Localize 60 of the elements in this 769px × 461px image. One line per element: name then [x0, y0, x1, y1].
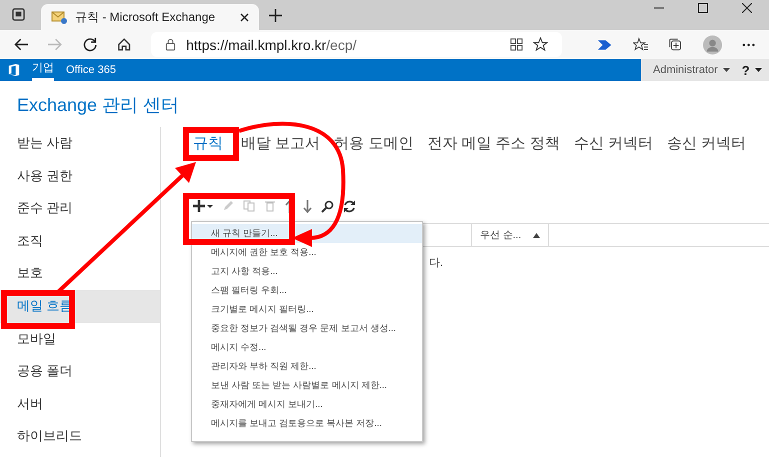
star-icon[interactable]	[532, 37, 548, 52]
highlight-box	[183, 127, 239, 161]
menu-item[interactable]: 보낸 사람 또는 받는 사람별로 메시지 제한...	[192, 376, 422, 395]
menu-item[interactable]: 메시지에 권한 보호 적용...	[192, 243, 422, 262]
menu-item[interactable]: 고지 사항 적용...	[192, 262, 422, 281]
refresh-icon[interactable]	[343, 200, 356, 212]
home-icon[interactable]	[116, 37, 132, 52]
collections-icon[interactable]	[668, 37, 683, 52]
sidebar-item[interactable]: 모바일	[0, 322, 160, 356]
caret-icon	[754, 68, 762, 72]
sidebar-item[interactable]: 받는 사람	[0, 127, 160, 160]
down-arrow-icon[interactable]	[303, 200, 312, 212]
menu-item[interactable]: 중재자에게 메시지 보내기...	[192, 395, 422, 414]
sidebar-item[interactable]: 공용 폴더	[0, 355, 160, 388]
reload-icon[interactable]	[82, 37, 97, 52]
tab-title: 규칙 - Microsoft Exchange	[75, 8, 216, 26]
menu-item[interactable]: 스팸 필터링 우회...	[192, 281, 422, 300]
menu-item[interactable]: 메시지를 보내고 검토용으로 복사본 저장...	[192, 414, 422, 433]
extension-icon[interactable]	[596, 38, 614, 52]
menu-item[interactable]: 관리자와 부하 직원 제한...	[192, 357, 422, 376]
tab[interactable]: 규칙	[193, 135, 223, 153]
lock-icon	[165, 38, 176, 51]
page-title: Exchange 관리 센터	[16, 94, 180, 113]
tab[interactable]: 수신 커넥터	[574, 135, 654, 153]
column-header[interactable]: 우선 순...	[472, 224, 550, 246]
menu-item[interactable]: 메시지 수정...	[192, 338, 422, 357]
header-link[interactable]: 기업	[32, 59, 54, 81]
tab[interactable]: 전자 메일 주소 정책	[427, 135, 560, 153]
close-icon[interactable]	[742, 3, 752, 13]
caret-icon	[722, 68, 730, 72]
menu-item[interactable]: 중요한 정보가 검색될 경우 문제 보고서 생성...	[192, 319, 422, 338]
grid-icon[interactable]	[510, 38, 523, 51]
back-icon[interactable]	[14, 38, 28, 51]
sidebar-item[interactable]: 사용 권한	[0, 160, 160, 192]
sidebar-item[interactable]: 준수 관리	[0, 192, 160, 225]
maximize-icon[interactable]	[698, 3, 708, 13]
close-icon[interactable]	[240, 12, 249, 22]
tab[interactable]: 송신 커넥터	[667, 135, 746, 153]
empty-message: 다.	[429, 257, 444, 269]
header-link[interactable]: Office 365	[66, 59, 116, 81]
tab[interactable]: 허용 도메인	[334, 135, 414, 153]
add-icon[interactable]	[193, 200, 213, 212]
sidebar-item[interactable]: 조직	[0, 224, 160, 258]
favorites-icon[interactable]	[633, 37, 648, 52]
user-menu[interactable]: Administrator	[653, 64, 730, 76]
avatar-icon[interactable]	[702, 34, 722, 54]
office-logo-icon[interactable]	[8, 63, 20, 77]
more-icon[interactable]	[742, 42, 755, 46]
new-tab-icon[interactable]	[269, 9, 282, 22]
search-icon[interactable]	[321, 200, 334, 212]
menu-item[interactable]: 크기별로 메시지 필터링...	[192, 300, 422, 319]
tab-actions-icon[interactable]	[12, 8, 25, 21]
browser-tab[interactable]: 규칙 - Microsoft Exchange	[41, 4, 259, 30]
help-menu[interactable]: ?	[742, 62, 762, 78]
sidebar-item[interactable]: 하이브리드	[0, 420, 160, 453]
sidebar-item[interactable]: 보호	[0, 257, 160, 290]
address-field[interactable]: https://mail.kmpl.kro.kr/ecp/	[151, 32, 562, 57]
sidebar-item[interactable]: 서버	[0, 388, 160, 420]
mail-icon	[51, 10, 67, 24]
tab[interactable]: 배달 보고서	[241, 135, 320, 153]
